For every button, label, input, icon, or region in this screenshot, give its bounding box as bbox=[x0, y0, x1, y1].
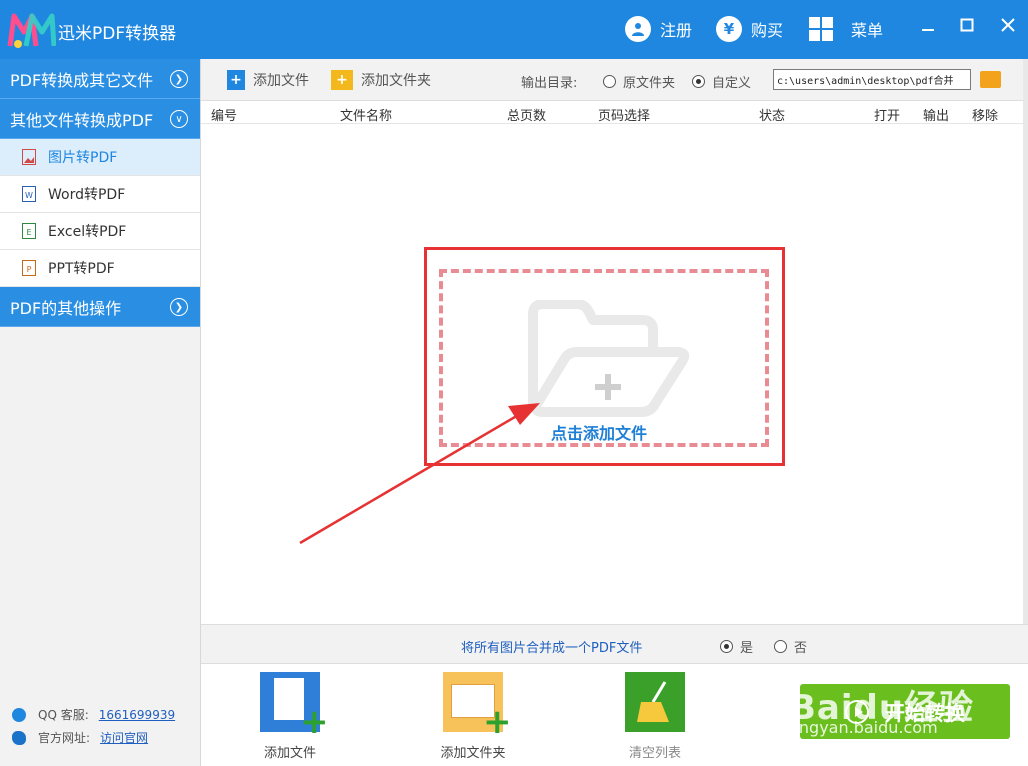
menu-label: 菜单 bbox=[851, 21, 884, 40]
empty-folder-icon bbox=[528, 300, 690, 417]
menu-button[interactable]: 菜单 bbox=[809, 14, 883, 44]
add-file-dropzone[interactable]: 点击添加文件 bbox=[424, 247, 785, 466]
add-folder-icon: + bbox=[331, 70, 353, 90]
radio-label: 原文件夹 bbox=[623, 76, 676, 91]
qq-number-link[interactable]: 1661699939 bbox=[99, 708, 175, 722]
sidebar-item-excel-to-pdf[interactable]: E Excel转PDF bbox=[0, 213, 200, 250]
qq-support: QQ 客服: 1661699939 bbox=[12, 706, 175, 723]
radio-circle-selected bbox=[720, 640, 733, 653]
bottom-button-label: 添加文件 bbox=[263, 746, 316, 761]
column-header: 文件名称 bbox=[340, 109, 393, 124]
column-header: 状态 bbox=[759, 109, 786, 124]
add-file-icon: + bbox=[227, 70, 245, 90]
start-convert-button[interactable]: 开始转换 bbox=[800, 684, 1010, 739]
chevron-down-icon: ∨ bbox=[170, 110, 188, 128]
radio-source-folder[interactable]: 原文件夹 bbox=[603, 72, 675, 91]
maximize-button[interactable] bbox=[952, 10, 982, 40]
play-icon bbox=[845, 699, 869, 724]
toolbar: + 添加文件 + 添加文件夹 输出目录: 原文件夹 自定义 bbox=[201, 59, 1023, 101]
radio-label: 否 bbox=[794, 641, 808, 656]
sidebar-item-image-to-pdf[interactable]: 图片转PDF bbox=[0, 139, 200, 176]
column-header: 总页数 bbox=[507, 109, 547, 124]
close-icon bbox=[1001, 18, 1015, 32]
broom-icon bbox=[625, 672, 685, 732]
sidebar-item-label: Excel转PDF bbox=[48, 224, 127, 240]
output-path-input[interactable] bbox=[773, 69, 971, 90]
chevron-right-icon: ❯ bbox=[170, 70, 188, 88]
radio-circle bbox=[603, 75, 616, 88]
output-dir-label: 输出目录: bbox=[521, 76, 578, 91]
sidebar-item-label: 图片转PDF bbox=[48, 150, 118, 166]
category-label: 其他文件转换成PDF bbox=[10, 110, 154, 130]
radio-circle bbox=[774, 640, 787, 653]
radio-custom-folder[interactable]: 自定义 bbox=[692, 72, 751, 91]
column-header: 移除 bbox=[972, 109, 999, 124]
visit-site-link[interactable]: 访问官网 bbox=[100, 729, 148, 746]
column-header: 打开 bbox=[874, 109, 901, 124]
image-file-icon bbox=[22, 149, 36, 165]
column-header: 编号 bbox=[211, 109, 238, 124]
minimize-button[interactable] bbox=[913, 10, 943, 40]
toolbar-add-folder-button[interactable]: + 添加文件夹 bbox=[331, 70, 431, 90]
bottom-add-file-button[interactable]: + 添加文件 bbox=[235, 672, 345, 761]
sidebar-item-word-to-pdf[interactable]: W Word转PDF bbox=[0, 176, 200, 213]
register-button[interactable]: 注册 bbox=[625, 14, 692, 44]
sidebar-category-pdf-to-other[interactable]: PDF转换成其它文件 ❯ bbox=[0, 59, 200, 99]
qq-icon bbox=[12, 707, 26, 722]
register-label: 注册 bbox=[660, 21, 693, 40]
column-header: 输出 bbox=[923, 109, 950, 124]
radio-merge-yes[interactable]: 是 bbox=[720, 637, 753, 656]
add-file-large-icon: + bbox=[260, 672, 329, 739]
radio-label: 自定义 bbox=[712, 76, 752, 91]
sidebar: PDF转换成其它文件 ❯ 其他文件转换成PDF ∨ 图片转PDF W Word转… bbox=[0, 59, 201, 766]
yen-icon: ¥ bbox=[716, 16, 742, 42]
bottom-button-label: 清空列表 bbox=[628, 746, 681, 761]
toolbar-add-file-button[interactable]: + 添加文件 bbox=[227, 70, 309, 90]
app-title: 迅米PDF转换器 bbox=[58, 24, 177, 44]
excel-file-icon: E bbox=[22, 223, 36, 239]
radio-label: 是 bbox=[740, 641, 754, 656]
word-file-icon: W bbox=[22, 186, 36, 202]
clear-list-button[interactable]: 清空列表 bbox=[600, 672, 710, 761]
sidebar-category-other-ops[interactable]: PDF的其他操作 ❯ bbox=[0, 287, 200, 327]
add-folder-large-icon: + bbox=[443, 672, 512, 739]
category-label: PDF转换成其它文件 bbox=[10, 70, 154, 90]
maximize-icon bbox=[960, 18, 974, 32]
bottom-add-folder-button[interactable]: + 添加文件夹 bbox=[418, 672, 528, 761]
site-label: 官方网址: bbox=[38, 731, 91, 745]
ppt-file-icon: P bbox=[22, 260, 36, 276]
merge-option-bar: 将所有图片合并成一个PDF文件 是 否 bbox=[201, 624, 1028, 664]
sidebar-item-label: Word转PDF bbox=[48, 187, 126, 203]
buy-label: 购买 bbox=[751, 21, 784, 40]
bottom-action-bar: + 添加文件 + 添加文件夹 清空列表 开始转换 bbox=[201, 664, 1028, 766]
grid-menu-icon bbox=[809, 17, 833, 41]
start-label: 开始转换 bbox=[885, 701, 965, 725]
column-header: 页码选择 bbox=[598, 109, 651, 124]
sidebar-category-other-to-pdf[interactable]: 其他文件转换成PDF ∨ bbox=[0, 99, 200, 139]
browse-folder-icon[interactable] bbox=[980, 71, 1001, 88]
ie-browser-icon bbox=[12, 730, 26, 745]
title-bar: 迅米PDF转换器 注册 ¥ 购买 菜单 bbox=[0, 0, 1028, 59]
radio-merge-no[interactable]: 否 bbox=[774, 637, 807, 656]
dropzone-label: 点击添加文件 bbox=[551, 424, 648, 443]
sidebar-item-ppt-to-pdf[interactable]: P PPT转PDF bbox=[0, 250, 200, 287]
chevron-right-icon: ❯ bbox=[170, 298, 188, 316]
vertical-scrollbar[interactable] bbox=[1023, 59, 1028, 664]
qq-label: QQ 客服: bbox=[38, 708, 89, 722]
sidebar-item-label: PPT转PDF bbox=[48, 261, 115, 277]
user-icon bbox=[625, 16, 651, 42]
file-table-header: 编号 文件名称 总页数 页码选择 状态 打开 输出 移除 bbox=[201, 101, 1023, 124]
app-logo-icon bbox=[7, 13, 56, 48]
merge-label: 将所有图片合并成一个PDF文件 bbox=[461, 641, 643, 656]
category-label: PDF的其他操作 bbox=[10, 298, 122, 318]
buy-button[interactable]: ¥ 购买 bbox=[716, 14, 783, 44]
official-site: 官方网址: 访问官网 bbox=[12, 729, 148, 746]
minimize-icon bbox=[922, 29, 934, 31]
bottom-button-label: 添加文件夹 bbox=[440, 746, 506, 761]
radio-circle-selected bbox=[692, 75, 705, 88]
close-button[interactable] bbox=[993, 10, 1023, 40]
add-file-label: 添加文件 bbox=[253, 73, 309, 89]
add-folder-label: 添加文件夹 bbox=[361, 73, 431, 89]
